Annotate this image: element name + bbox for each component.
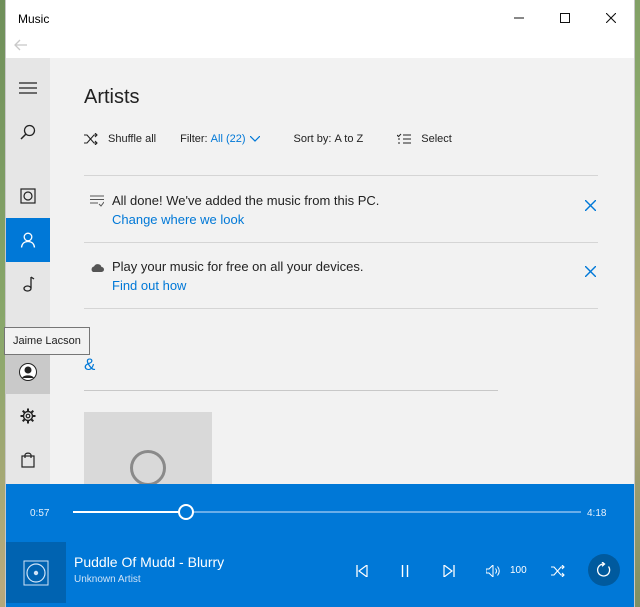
seek-bar-progress xyxy=(73,511,186,513)
pause-button[interactable] xyxy=(393,562,417,580)
filter-label: Filter: xyxy=(180,133,208,145)
sidebar xyxy=(6,58,50,484)
artist-tile[interactable] xyxy=(84,412,212,484)
repeat-button[interactable] xyxy=(588,554,620,586)
previous-button[interactable] xyxy=(350,562,374,580)
account-button[interactable] xyxy=(6,350,50,394)
next-track-icon xyxy=(443,565,455,577)
music-app-window: Music Jaime Lacson Artists Shuffle all F… xyxy=(4,0,634,607)
shopping-bag-icon xyxy=(21,452,35,468)
elapsed-time: 0:57 xyxy=(30,508,50,519)
shuffle-all-label: Shuffle all xyxy=(108,133,157,145)
chevron-down-icon xyxy=(249,136,260,142)
back-button[interactable] xyxy=(14,38,34,56)
total-duration: 4:18 xyxy=(587,508,607,519)
shuffle-icon xyxy=(84,133,98,145)
select-list-icon xyxy=(397,133,412,144)
close-button[interactable] xyxy=(588,0,634,36)
sidebar-item-my-music[interactable] xyxy=(6,174,50,218)
sidebar-item-artists[interactable] xyxy=(6,218,50,262)
find-out-how-link[interactable]: Find out how xyxy=(112,278,186,293)
close-icon[interactable] xyxy=(585,266,596,277)
navigation-bar xyxy=(6,36,634,58)
title-bar: Music xyxy=(6,0,634,36)
album-art[interactable] xyxy=(6,542,66,603)
notice-text: Play your music for free on all your dev… xyxy=(112,259,364,274)
back-arrow-icon xyxy=(14,39,27,51)
section-header-ampersand[interactable]: & xyxy=(84,355,95,375)
song-title[interactable]: Puddle Of Mudd - Blurry xyxy=(74,554,224,570)
seek-thumb[interactable] xyxy=(178,504,195,520)
search-icon xyxy=(20,124,36,140)
store-button[interactable] xyxy=(6,438,50,482)
settings-button[interactable] xyxy=(6,394,50,438)
shuffle-button[interactable] xyxy=(546,562,570,580)
album-disc-icon xyxy=(23,560,49,585)
song-artist[interactable]: Unknown Artist xyxy=(74,574,141,585)
sidebar-item-songs[interactable] xyxy=(6,262,50,306)
minimize-button[interactable] xyxy=(496,0,542,36)
select-label: Select xyxy=(421,133,452,145)
music-note-icon xyxy=(23,276,35,292)
album-icon xyxy=(20,188,36,204)
hamburger-icon xyxy=(19,82,37,94)
toolbar: Shuffle all Filter: All (22) Sort by: A … xyxy=(84,130,476,148)
volume-level: 100 xyxy=(510,565,527,576)
artist-placeholder-icon xyxy=(130,450,166,484)
sort-value: A to Z xyxy=(334,133,364,145)
previous-track-icon xyxy=(356,565,368,577)
seek-bar[interactable] xyxy=(73,504,581,520)
filter-dropdown[interactable]: Filter: All (22) xyxy=(180,133,269,145)
maximize-icon xyxy=(560,13,570,23)
shuffle-all-button[interactable]: Shuffle all xyxy=(84,133,156,145)
change-where-we-look-link[interactable]: Change where we look xyxy=(112,212,244,227)
filter-value: All (22) xyxy=(210,133,246,145)
account-avatar-icon xyxy=(19,363,37,381)
sort-dropdown[interactable]: Sort by: A to Z xyxy=(294,133,364,145)
gear-icon xyxy=(20,408,36,424)
list-check-icon xyxy=(90,195,104,207)
cloud-icon xyxy=(91,264,104,272)
next-button[interactable] xyxy=(437,562,461,580)
artists-page: Artists Shuffle all Filter: All (22) Sor… xyxy=(50,58,634,484)
notice-text: All done! We've added the music from thi… xyxy=(112,193,380,208)
close-icon[interactable] xyxy=(585,200,596,211)
section-divider xyxy=(84,390,498,391)
account-tooltip: Jaime Lacson xyxy=(4,327,90,355)
volume-button[interactable] xyxy=(482,562,506,580)
hamburger-menu-button[interactable] xyxy=(6,66,50,110)
pause-icon xyxy=(401,565,409,577)
close-icon xyxy=(606,13,616,23)
notice-music-added: All done! We've added the music from thi… xyxy=(84,175,598,243)
now-playing-bar: 0:57 4:18 Puddle Of Mudd - Blurry Unknow… xyxy=(6,484,634,607)
volume-icon xyxy=(486,565,500,577)
shuffle-icon xyxy=(551,565,565,577)
minimize-icon xyxy=(514,17,524,19)
page-title: Artists xyxy=(84,86,140,108)
search-button[interactable] xyxy=(6,110,50,154)
notice-play-free: Play your music for free on all your dev… xyxy=(84,242,598,309)
app-title: Music xyxy=(18,12,50,26)
person-icon xyxy=(20,232,36,248)
sort-label: Sort by: xyxy=(293,133,332,145)
select-button[interactable]: Select xyxy=(397,133,452,145)
maximize-button[interactable] xyxy=(542,0,588,36)
repeat-icon xyxy=(596,562,611,577)
